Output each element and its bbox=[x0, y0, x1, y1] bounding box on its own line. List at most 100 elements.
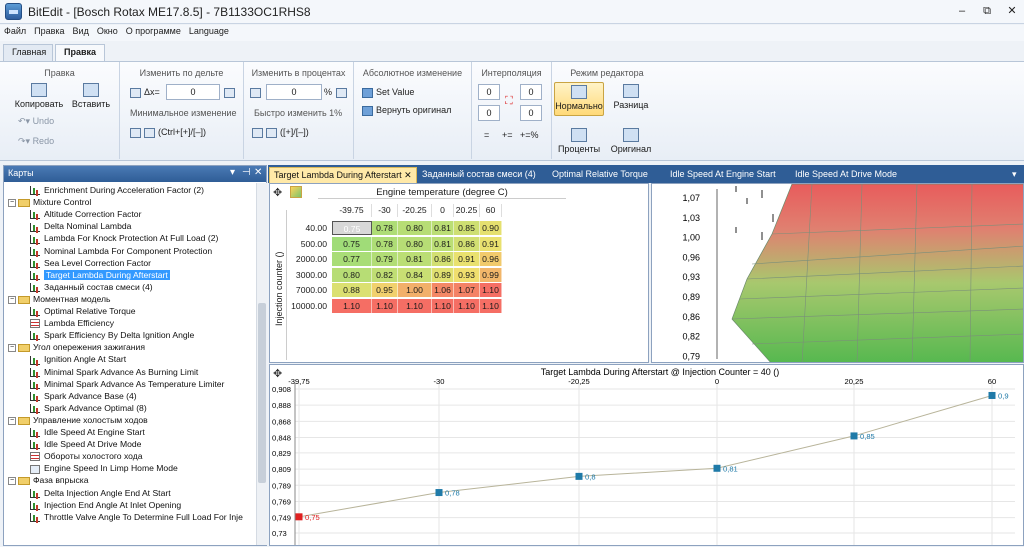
quick-decrement-icon[interactable] bbox=[252, 127, 263, 138]
tree-folder[interactable]: − Фаза впрыска bbox=[8, 475, 89, 487]
tree-item[interactable]: Throttle Valve Angle To Determine Full L… bbox=[30, 512, 243, 524]
collapse-icon[interactable]: − bbox=[8, 477, 16, 486]
tree-item[interactable]: Ignition Angle At Start bbox=[30, 354, 126, 366]
revert-button[interactable]: Вернуть оригинал bbox=[362, 105, 451, 116]
interp-b-input[interactable]: 0 bbox=[520, 84, 542, 100]
move-icon[interactable]: ✥ bbox=[273, 186, 282, 199]
interp-add-button[interactable]: += bbox=[502, 130, 513, 140]
paste-button[interactable]: Вставить bbox=[68, 83, 114, 109]
restore-button[interactable]: ⧉ bbox=[978, 3, 996, 19]
tree-item[interactable]: Обороты холостого хода bbox=[30, 451, 143, 463]
table-cell[interactable]: 0.86 bbox=[454, 236, 480, 251]
minimize-button[interactable]: – bbox=[953, 3, 971, 19]
y-axis-value[interactable]: 500.00 bbox=[286, 236, 328, 251]
table-cell[interactable]: 1.10 bbox=[432, 299, 454, 313]
table-cell[interactable]: 1.10 bbox=[332, 299, 372, 313]
table-cell[interactable]: 0.81 bbox=[432, 236, 454, 251]
tree-item[interactable]: Target Lambda During Afterstart bbox=[30, 269, 170, 282]
table-cell[interactable]: 0.75 bbox=[332, 221, 372, 235]
collapse-icon[interactable]: − bbox=[8, 295, 16, 304]
copy-button[interactable]: Копировать bbox=[14, 83, 64, 109]
tree-item[interactable]: Nominal Lambda For Component Protection bbox=[30, 246, 212, 258]
tree-item[interactable]: Spark Efficiency By Delta Ignition Angle bbox=[30, 330, 194, 342]
table-corner-icon[interactable] bbox=[290, 186, 302, 198]
tree-item[interactable]: Sea Level Correction Factor bbox=[30, 258, 151, 270]
table-cell[interactable]: 0.82 bbox=[372, 267, 398, 282]
percent-mode-button[interactable]: Проценты bbox=[554, 128, 604, 154]
doc-tab-idle-start[interactable]: Idle Speed At Engine Start bbox=[666, 167, 780, 183]
menu-language[interactable]: Language bbox=[185, 25, 233, 37]
table-cell[interactable]: 0.95 bbox=[372, 283, 398, 298]
tree-item[interactable]: Engine Speed In Limp Home Mode bbox=[30, 463, 178, 475]
table-cell[interactable]: 0.88 bbox=[332, 283, 372, 298]
table-cell[interactable]: 0.80 bbox=[398, 221, 432, 235]
percent-decrement[interactable] bbox=[250, 87, 264, 98]
table-cell[interactable]: 1.07 bbox=[454, 283, 480, 298]
interp-c-input[interactable]: 0 bbox=[478, 105, 500, 121]
table-cell[interactable]: 0.91 bbox=[454, 252, 480, 267]
menu-file[interactable]: Файл bbox=[0, 25, 30, 37]
doc-tab-torque[interactable]: Optimal Relative Torque bbox=[548, 167, 652, 183]
tab-edit[interactable]: Правка bbox=[55, 44, 105, 62]
table-cell[interactable]: 1.10 bbox=[480, 299, 502, 313]
tree-folder[interactable]: − Mixture Control bbox=[8, 197, 91, 209]
diff-mode-button[interactable]: Разница bbox=[608, 84, 654, 110]
tab-home[interactable]: Главная bbox=[3, 44, 53, 61]
menu-window[interactable]: Окно bbox=[93, 25, 122, 37]
interp-a-input[interactable]: 0 bbox=[478, 84, 500, 100]
doc-tab-target-lambda[interactable]: Target Lambda During Afterstart ✕ bbox=[269, 167, 417, 183]
table-cell[interactable]: 0.99 bbox=[480, 267, 502, 282]
tree-item[interactable]: Lambda Efficiency bbox=[30, 318, 114, 330]
min-decrement-icon[interactable] bbox=[130, 127, 141, 138]
table-cell[interactable]: 0.78 bbox=[372, 236, 398, 251]
menu-about[interactable]: О программе bbox=[122, 25, 185, 37]
redo-button[interactable]: ↷▾ Redo bbox=[18, 136, 54, 147]
tree-item[interactable]: Idle Speed At Engine Start bbox=[30, 427, 145, 439]
y-axis-value[interactable]: 3000.00 bbox=[286, 267, 328, 282]
interp-d-input[interactable]: 0 bbox=[520, 105, 542, 121]
maps-scrollbar[interactable] bbox=[256, 183, 267, 545]
y-axis-value[interactable]: 7000.00 bbox=[286, 283, 328, 298]
table-cell[interactable]: 0.80 bbox=[398, 236, 432, 251]
table-cell[interactable]: 0.91 bbox=[480, 236, 502, 251]
x-axis-value[interactable]: -30 bbox=[372, 204, 398, 217]
table-cell[interactable]: 0.89 bbox=[432, 267, 454, 282]
table-cell[interactable]: 0.90 bbox=[480, 221, 502, 235]
quick-increment-icon[interactable] bbox=[266, 127, 277, 138]
table-cell[interactable]: 1.10 bbox=[480, 283, 502, 298]
tree-item[interactable]: Enrichment During Acceleration Factor (2… bbox=[30, 185, 204, 197]
percent-input[interactable]: 0 bbox=[266, 84, 322, 100]
tree-item[interactable]: Injection End Angle At Inlet Opening bbox=[30, 500, 181, 512]
interp-addpct-button[interactable]: +=% bbox=[520, 130, 539, 140]
close-panel-icon[interactable]: ✕ bbox=[254, 167, 262, 178]
tree-item[interactable]: Altitude Correction Factor bbox=[30, 209, 141, 221]
table-cell[interactable]: 0.78 bbox=[372, 221, 398, 235]
table-cell[interactable]: 0.85 bbox=[454, 221, 480, 235]
table-cell[interactable]: 1.10 bbox=[454, 299, 480, 313]
tree-item[interactable]: Delta Injection Angle End At Start bbox=[30, 488, 171, 500]
y-axis-value[interactable]: 2000.00 bbox=[286, 252, 328, 267]
table-cell[interactable]: 0.96 bbox=[480, 252, 502, 267]
x-axis-value[interactable]: -20.25 bbox=[398, 204, 432, 217]
table-cell[interactable]: 1.06 bbox=[432, 283, 454, 298]
x-axis-value[interactable]: 20.25 bbox=[454, 204, 480, 217]
table-cell[interactable]: 0.75 bbox=[332, 236, 372, 251]
x-axis-value[interactable]: -39.75 bbox=[332, 204, 372, 217]
doc-tab-mixture[interactable]: Заданный состав смеси (4) bbox=[418, 167, 540, 183]
delta-input[interactable]: 0 bbox=[166, 84, 220, 100]
tab-overflow-icon[interactable]: ▾ bbox=[1008, 167, 1021, 183]
y-axis-value[interactable]: 10000.00 bbox=[286, 299, 328, 313]
maps-scroll-thumb[interactable] bbox=[258, 303, 266, 483]
collapse-icon[interactable]: − bbox=[8, 416, 16, 425]
table-cell[interactable]: 0.86 bbox=[432, 252, 454, 267]
set-value-button[interactable]: Set Value bbox=[362, 87, 414, 98]
tree-item[interactable]: Idle Speed At Drive Mode bbox=[30, 439, 141, 451]
close-button[interactable]: ✕ bbox=[1003, 3, 1021, 19]
decrement-icon[interactable] bbox=[130, 87, 141, 98]
collapse-icon[interactable]: − bbox=[8, 198, 16, 207]
x-axis-value[interactable]: 60 bbox=[480, 204, 502, 217]
tree-folder[interactable]: − Моментная модель bbox=[8, 294, 110, 306]
table-cell[interactable]: 1.10 bbox=[398, 299, 432, 313]
doc-tab-idle-drive[interactable]: Idle Speed At Drive Mode bbox=[791, 167, 901, 183]
table-cell[interactable]: 0.84 bbox=[398, 267, 432, 282]
